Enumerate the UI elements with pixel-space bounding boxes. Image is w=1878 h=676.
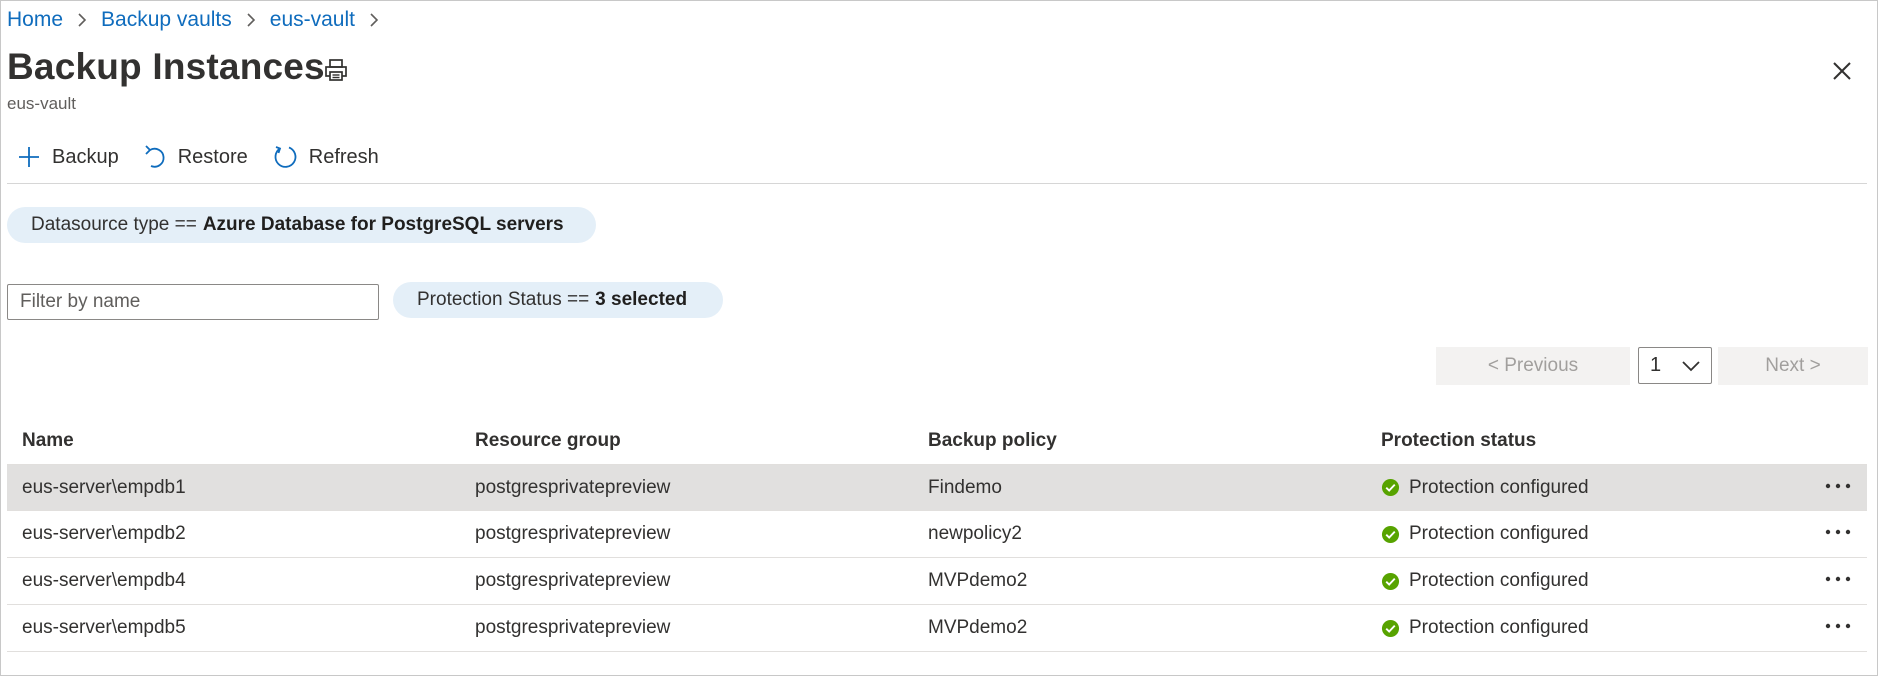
cell-protection-status: Protection configured	[1381, 477, 1589, 499]
status-text: Protection configured	[1409, 523, 1589, 544]
cell-protection-status: Protection configured	[1381, 523, 1589, 545]
status-text: Protection configured	[1409, 617, 1589, 638]
column-header-name[interactable]: Name	[22, 430, 74, 452]
breadcrumb: Home Backup vaults eus-vault	[7, 6, 393, 34]
table-row[interactable]: eus-server\empdb5 postgresprivatepreview…	[7, 605, 1867, 652]
column-header-backup-policy[interactable]: Backup policy	[928, 430, 1057, 452]
undo-icon	[145, 145, 165, 168]
more-ellipsis-icon[interactable]	[1823, 568, 1853, 590]
filter-by-name-input[interactable]	[7, 284, 379, 320]
page-select-value: 1	[1650, 354, 1662, 376]
page-title: Backup Instances	[7, 46, 325, 87]
print-icon[interactable]	[322, 56, 350, 84]
check-circle-icon	[1381, 572, 1400, 590]
protection-filter-prefix: Protection Status ==	[417, 289, 590, 310]
chevron-right-icon	[246, 12, 256, 28]
check-circle-icon	[1381, 478, 1400, 497]
next-page-button[interactable]: Next >	[1718, 347, 1868, 385]
breadcrumb-eus-vault[interactable]: eus-vault	[270, 8, 355, 32]
page-subtitle: eus-vault	[7, 94, 76, 113]
breadcrumb-backup-vaults[interactable]: Backup vaults	[101, 8, 232, 32]
column-header-protection-status[interactable]: Protection status	[1381, 430, 1536, 452]
backup-instances-table: Name Resource group Backup policy Protec…	[7, 417, 1867, 652]
more-ellipsis-icon[interactable]	[1823, 475, 1853, 497]
backup-button[interactable]: Backup	[17, 145, 119, 169]
breadcrumb-home[interactable]: Home	[7, 8, 63, 32]
column-header-resource-group[interactable]: Resource group	[475, 430, 621, 452]
cell-backup-policy: MVPdemo2	[928, 617, 1028, 638]
more-ellipsis-icon[interactable]	[1823, 521, 1853, 543]
check-circle-icon	[1381, 525, 1400, 543]
plus-icon	[19, 147, 39, 167]
toolbar-divider	[7, 183, 1867, 184]
cell-name: eus-server\empdb1	[22, 476, 186, 498]
more-ellipsis-icon[interactable]	[1823, 615, 1853, 637]
cell-name: eus-server\empdb4	[22, 570, 186, 591]
cell-name: eus-server\empdb5	[22, 617, 186, 638]
table-row[interactable]: eus-server\empdb2 postgresprivatepreview…	[7, 511, 1867, 558]
backup-button-label: Backup	[52, 145, 119, 168]
cell-resource-group: postgresprivatepreview	[475, 570, 671, 591]
datasource-filter-value: Azure Database for PostgreSQL servers	[202, 214, 564, 235]
cell-resource-group: postgresprivatepreview	[475, 617, 671, 638]
cell-backup-policy: MVPdemo2	[928, 570, 1028, 591]
table-header: Name Resource group Backup policy Protec…	[7, 417, 1867, 464]
protection-status-filter[interactable]: Protection Status == 3 selected	[393, 282, 723, 318]
cell-resource-group: postgresprivatepreview	[475, 476, 671, 498]
restore-button[interactable]: Restore	[143, 144, 248, 170]
table-row[interactable]: eus-server\empdb1 postgresprivatepreview…	[7, 464, 1867, 511]
previous-page-button[interactable]: < Previous	[1436, 347, 1630, 385]
close-icon[interactable]	[1827, 56, 1857, 86]
status-text: Protection configured	[1409, 570, 1589, 591]
chevron-right-icon	[369, 12, 379, 28]
cell-protection-status: Protection configured	[1381, 617, 1589, 639]
datasource-filter-prefix: Datasource type ==	[31, 214, 197, 235]
restore-button-label: Restore	[177, 145, 248, 168]
table-row[interactable]: eus-server\empdb4 postgresprivatepreview…	[7, 558, 1867, 605]
datasource-type-filter[interactable]: Datasource type == Azure Database for Po…	[7, 207, 596, 243]
cell-backup-policy: newpolicy2	[928, 523, 1022, 544]
refresh-button[interactable]: Refresh	[272, 144, 379, 170]
cell-protection-status: Protection configured	[1381, 570, 1589, 592]
cell-backup-policy: Findemo	[928, 476, 1002, 498]
refresh-button-label: Refresh	[308, 145, 379, 168]
refresh-icon	[274, 146, 297, 168]
check-circle-icon	[1381, 619, 1400, 637]
page-select[interactable]: 1	[1638, 347, 1712, 384]
protection-filter-value: 3 selected	[595, 289, 688, 310]
status-text: Protection configured	[1409, 476, 1589, 498]
cell-resource-group: postgresprivatepreview	[475, 523, 671, 544]
chevron-down-icon	[1682, 361, 1700, 372]
chevron-right-icon	[77, 12, 87, 28]
cell-name: eus-server\empdb2	[22, 523, 186, 544]
command-bar: Backup Restore Refresh	[7, 140, 403, 174]
